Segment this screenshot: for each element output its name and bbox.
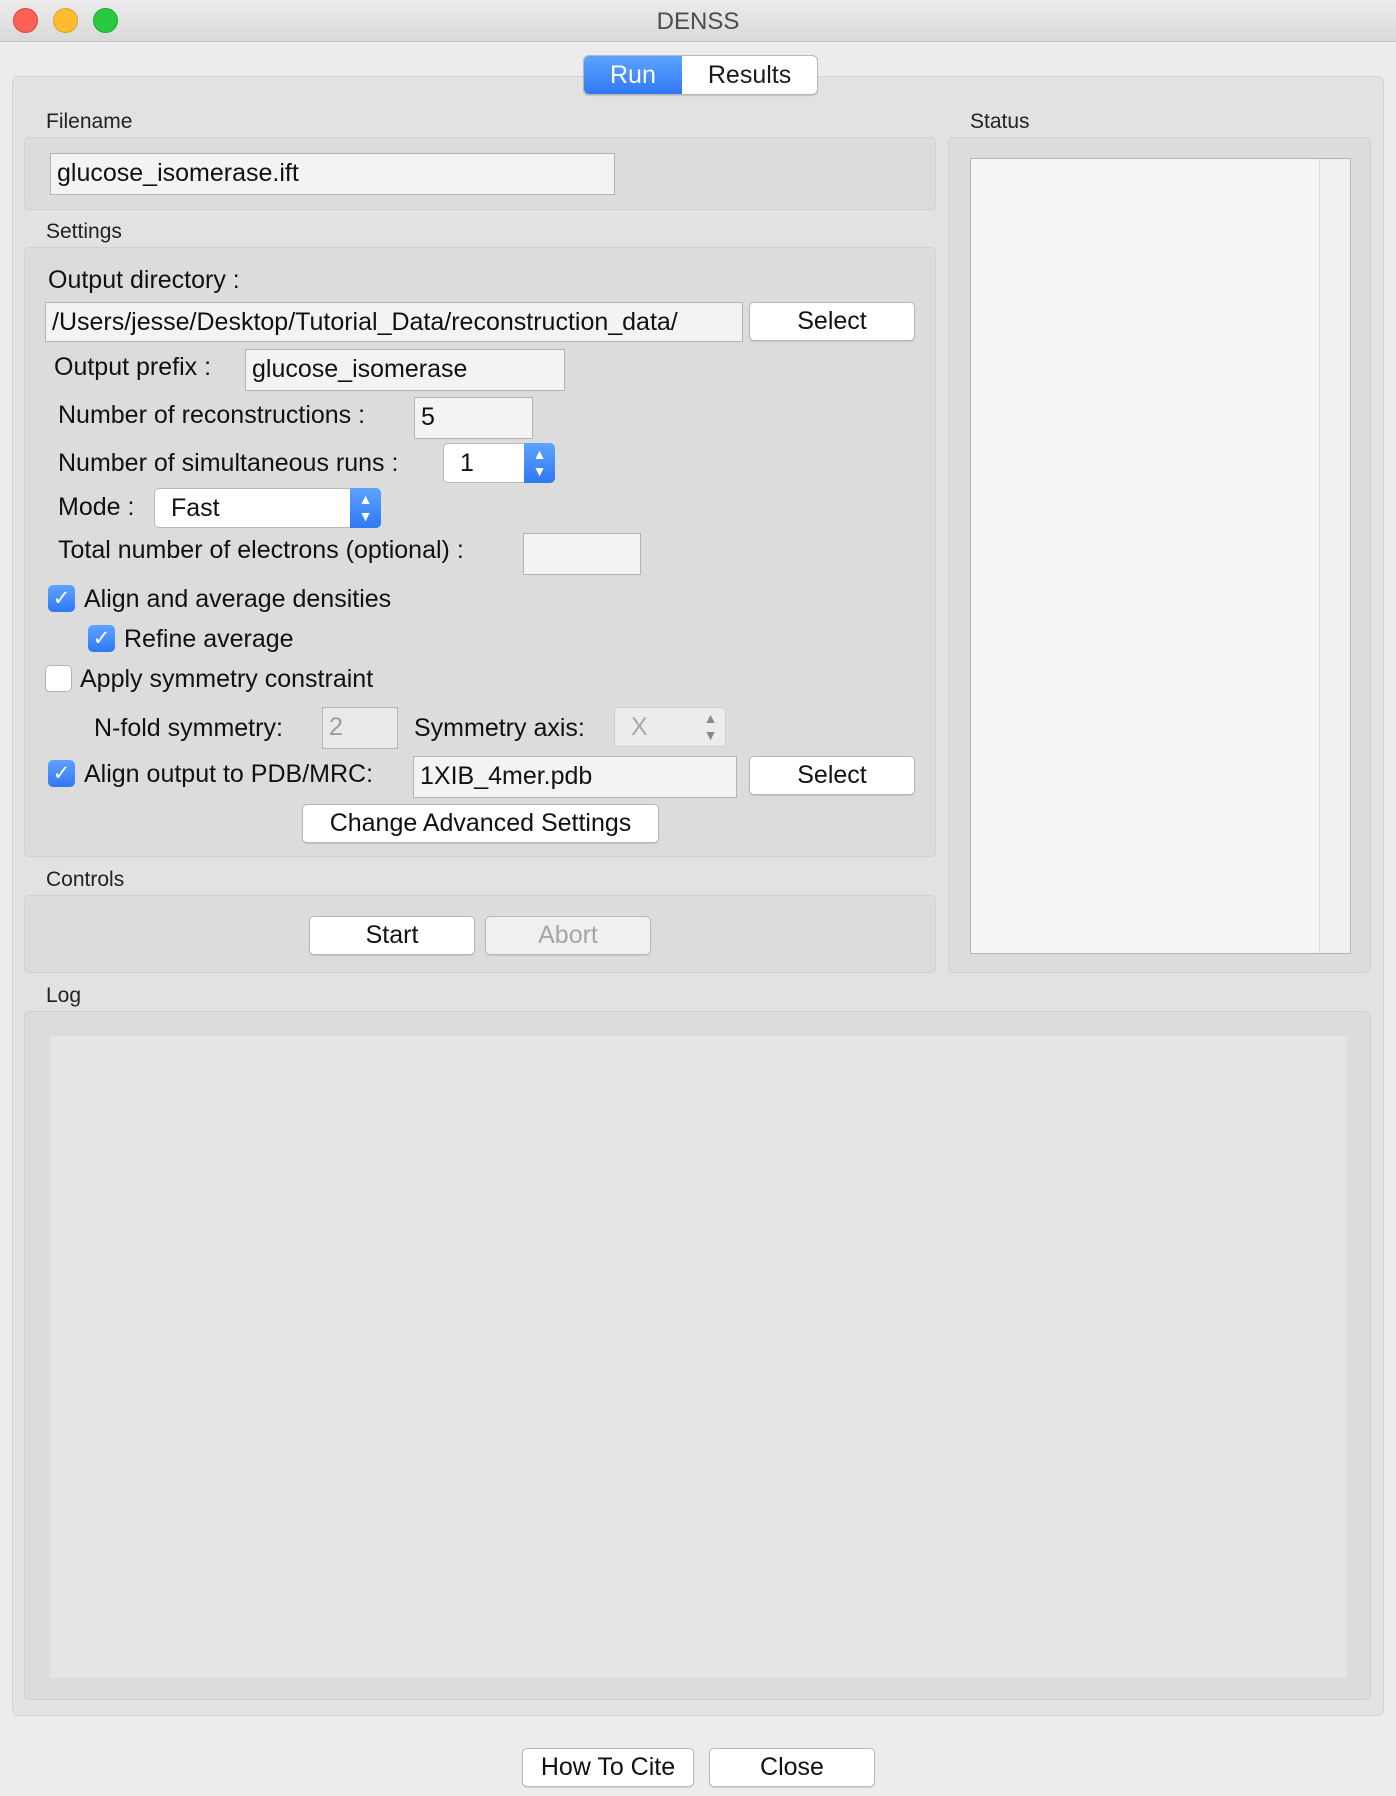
tab-bar: Run Results xyxy=(583,55,819,95)
symmetry-axis-value: X xyxy=(631,713,648,741)
chevron-up-down-icon: ▲ ▼ xyxy=(350,488,381,528)
total-electrons-label: Total number of electrons (optional) : xyxy=(58,536,464,564)
settings-group-label: Settings xyxy=(46,220,122,243)
start-button[interactable]: Start xyxy=(309,916,475,955)
log-group-label: Log xyxy=(46,984,82,1007)
title-bar: DENSS xyxy=(0,0,1396,42)
tab-results[interactable]: Results xyxy=(682,56,817,94)
align-average-label: Align and average densities xyxy=(84,585,392,613)
chevron-up-down-icon: ▲ ▼ xyxy=(524,443,555,483)
close-button[interactable]: Close xyxy=(709,1748,875,1787)
align-pdb-input[interactable]: 1XIB_4mer.pdb xyxy=(413,756,737,798)
num-simultaneous-runs-label: Number of simultaneous runs : xyxy=(58,449,399,477)
controls-group-label: Controls xyxy=(46,868,125,891)
mode-label: Mode : xyxy=(58,493,135,521)
total-electrons-input[interactable] xyxy=(523,533,641,575)
status-scrollbar[interactable] xyxy=(1319,159,1350,953)
window-title: DENSS xyxy=(656,8,740,35)
output-prefix-input[interactable]: glucose_isomerase xyxy=(245,349,565,391)
num-reconstructions-input[interactable]: 5 xyxy=(414,397,533,439)
num-reconstructions-label: Number of reconstructions : xyxy=(58,401,366,429)
align-pdb-select-button[interactable]: Select xyxy=(749,756,915,795)
mode-value: Fast xyxy=(171,494,220,522)
nfold-symmetry-input[interactable]: 2 xyxy=(322,707,398,749)
chevron-up-down-icon: ▲ ▼ xyxy=(703,710,718,743)
refine-average-checkbox[interactable]: ✓ xyxy=(88,625,115,652)
apply-symmetry-checkbox[interactable] xyxy=(45,665,72,692)
num-simultaneous-runs-value: 1 xyxy=(460,449,474,477)
align-average-checkbox[interactable]: ✓ xyxy=(48,585,75,612)
align-pdb-label: Align output to PDB/MRC: xyxy=(84,760,374,788)
mode-select[interactable]: Fast ▲ ▼ xyxy=(154,488,381,528)
align-pdb-checkbox[interactable]: ✓ xyxy=(48,760,75,787)
output-directory-input[interactable]: /Users/jesse/Desktop/Tutorial_Data/recon… xyxy=(45,302,743,342)
output-prefix-label: Output prefix : xyxy=(54,353,212,381)
apply-symmetry-label: Apply symmetry constraint xyxy=(80,665,374,693)
symmetry-axis-label: Symmetry axis: xyxy=(414,714,585,742)
nfold-symmetry-label: N-fold symmetry: xyxy=(94,714,283,742)
output-directory-label: Output directory : xyxy=(48,266,240,294)
status-group-label: Status xyxy=(970,110,1030,133)
tab-run[interactable]: Run xyxy=(584,56,682,94)
log-text-area[interactable] xyxy=(50,1036,1347,1678)
filename-input[interactable]: glucose_isomerase.ift xyxy=(50,153,615,195)
change-advanced-settings-button[interactable]: Change Advanced Settings xyxy=(302,804,659,843)
refine-average-label: Refine average xyxy=(124,625,294,653)
controls-group xyxy=(24,895,936,973)
status-text-area[interactable] xyxy=(970,158,1351,954)
how-to-cite-button[interactable]: How To Cite xyxy=(522,1748,694,1787)
num-simultaneous-runs-select[interactable]: 1 ▲ ▼ xyxy=(443,443,555,483)
denss-window: DENSS Run Results Filename glucose_isome… xyxy=(0,0,1396,1796)
symmetry-axis-select[interactable]: X ▲ ▼ xyxy=(614,707,726,747)
abort-button[interactable]: Abort xyxy=(485,916,651,955)
output-directory-select-button[interactable]: Select xyxy=(749,302,915,341)
filename-group-label: Filename xyxy=(46,110,133,133)
